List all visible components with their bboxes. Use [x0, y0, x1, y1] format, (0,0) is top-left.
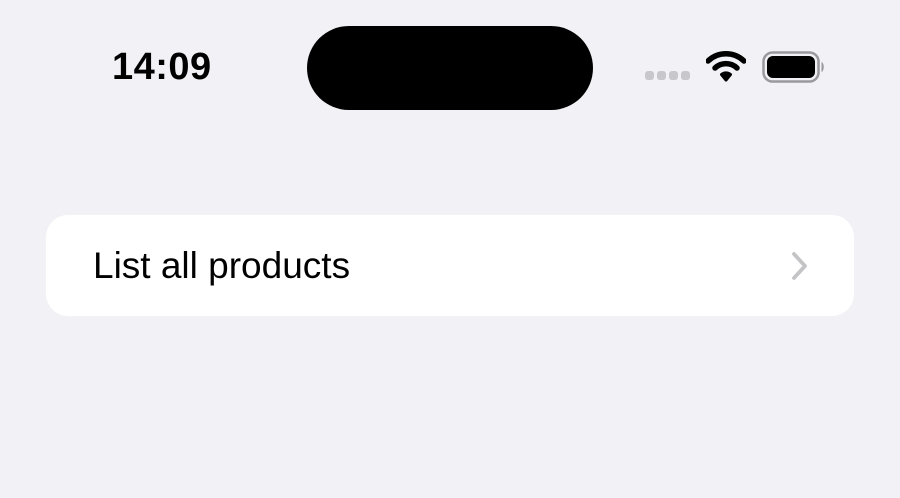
dynamic-island	[307, 26, 593, 110]
list-item-label: List all products	[93, 245, 351, 286]
battery-icon	[762, 51, 824, 83]
chevron-right-icon	[792, 252, 807, 280]
wifi-icon	[706, 51, 746, 82]
list-item-all-products[interactable]: List all products	[46, 215, 854, 316]
status-time: 14:09	[112, 46, 212, 88]
cellular-signal-icon	[645, 71, 691, 81]
status-bar: 14:09	[0, 0, 900, 130]
